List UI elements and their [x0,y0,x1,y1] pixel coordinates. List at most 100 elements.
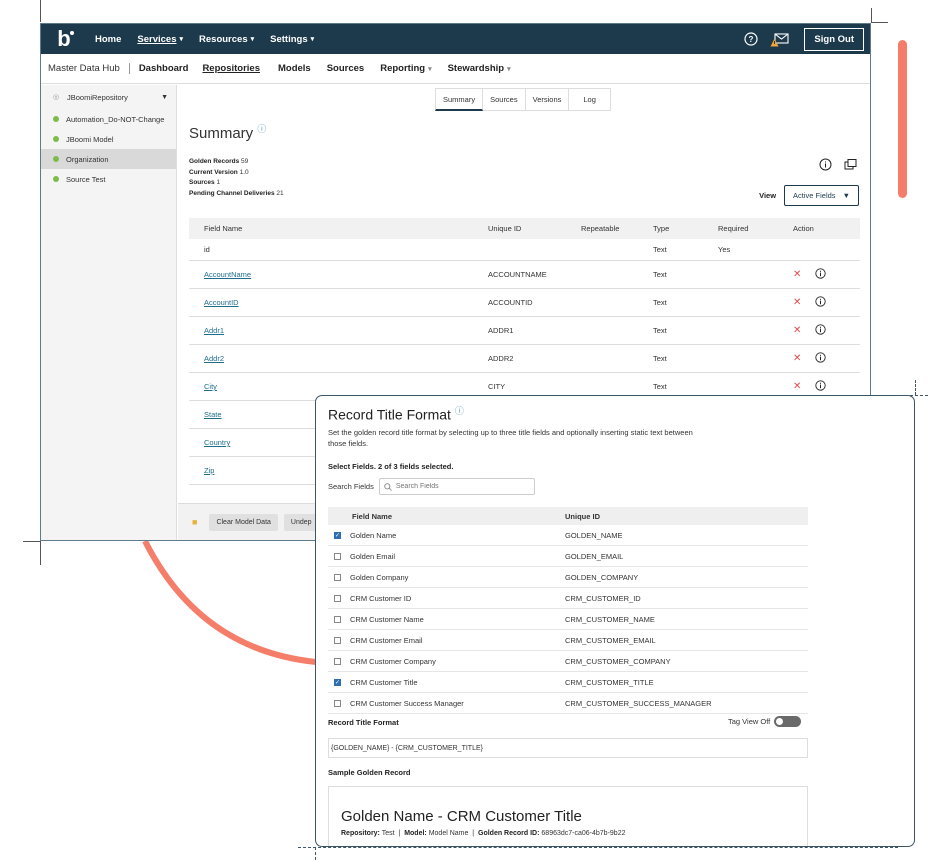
meta-label: Model: [404,830,427,837]
table-row: AccountID ACCOUNTID Text ✕ [189,289,860,317]
nav-settings[interactable]: Settings ▾ [270,34,314,45]
field-name[interactable]: AccountName [204,270,251,279]
repository-selector[interactable]: ◎ JBoomiRepository ▼ [41,85,176,109]
info-icon[interactable] [819,158,832,176]
table-row: id Text Yes [189,239,860,261]
subnav-models[interactable]: Models [278,63,311,74]
nav-label: Resources [199,33,248,45]
list-item[interactable]: Golden Email GOLDEN_EMAIL [328,546,808,567]
tag-view-toggle[interactable] [774,716,802,727]
sidebar-item-organization[interactable]: Organization [41,149,176,169]
list-item[interactable]: Golden Company GOLDEN_COMPANY [328,567,808,588]
field-type: Text [653,354,667,363]
sidebar-item-source-test[interactable]: Source Test [41,169,176,189]
field-checkbox[interactable] [334,552,341,560]
field-name: CRM Customer ID [350,593,412,603]
subnav-dashboard[interactable]: Dashboard [139,63,189,74]
status-dot [53,156,59,162]
field-checkbox[interactable] [334,573,341,581]
guide-dashed [915,380,916,395]
tab-versions[interactable]: Versions [525,88,570,111]
field-type: Text [653,270,667,279]
field-checkbox[interactable] [334,657,341,665]
caret-down-icon: ▾ [310,36,315,43]
field-actions: ✕ [793,380,860,393]
view-dropdown[interactable]: Active Fields ▼ [784,185,859,206]
nav-resources[interactable]: Resources ▾ [199,34,254,45]
copy-icon[interactable] [844,158,857,176]
info-icon[interactable] [815,352,827,365]
tab-log[interactable]: Log [569,88,611,111]
field-uid: GOLDEN_EMAIL [565,551,624,561]
list-item[interactable]: CRM Customer Name CRM_CUSTOMER_NAME [328,609,808,630]
stat-value: 1.0 [239,168,249,176]
clear-model-data-button[interactable]: Clear Model Data [209,513,278,531]
sign-out-button[interactable]: Sign Out [804,27,864,51]
list-item[interactable]: CRM Customer ID CRM_CUSTOMER_ID [328,588,808,609]
tab-summary[interactable]: Summary [435,88,484,111]
sidebar-item-label: JBoomi Model [66,134,114,144]
caret-down-icon: ▾ [250,36,255,43]
subnav-sources[interactable]: Sources [327,63,365,74]
stat-label: Current Version [189,168,238,176]
notifications-icon[interactable] [770,32,790,47]
sidebar-item-automation[interactable]: Automation_Do-NOT-Change [41,109,176,129]
info-icon[interactable] [815,380,827,393]
format-field[interactable]: {GOLDEN_NAME} - {CRM_CUSTOMER_TITLE} [328,738,808,758]
column-header: Unique ID [488,224,522,233]
svg-text:?: ? [749,35,754,44]
field-checkbox[interactable]: ✓ [334,531,341,539]
delete-icon[interactable]: ✕ [793,325,801,336]
delete-icon[interactable]: ✕ [793,269,801,280]
info-icon[interactable]: ⓘ [455,406,464,416]
field-uid: ADDR2 [488,354,514,363]
field-checkbox[interactable] [334,636,341,644]
delete-icon[interactable]: ✕ [793,297,801,308]
tab-sources[interactable]: Sources [483,88,526,111]
subnav-reporting[interactable]: Reporting ▾ [380,63,431,74]
field-name[interactable]: Zip [204,466,214,475]
list-item[interactable]: CRM Customer Success Manager CRM_CUSTOMER… [328,693,808,714]
delete-icon[interactable]: ✕ [793,381,801,392]
subnav-repositories[interactable]: Repositories [202,63,260,74]
field-actions: ✕ [793,296,860,309]
search-fields-input[interactable] [395,483,526,490]
info-icon[interactable] [815,268,827,281]
nav-home[interactable]: Home [95,34,121,45]
list-item[interactable]: ✓ CRM Customer Title CRM_CUSTOMER_TITLE [328,672,808,693]
info-icon[interactable]: ⓘ [257,124,266,134]
page-title-text: Summary [189,125,254,142]
field-name[interactable]: City [204,382,217,391]
list-item[interactable]: CRM Customer Email CRM_CUSTOMER_EMAIL [328,630,808,651]
subnav-stewardship[interactable]: Stewardship ▾ [448,63,511,74]
status-dot [53,136,59,142]
column-header: Unique ID [565,511,600,521]
list-item[interactable]: CRM Customer Company CRM_CUSTOMER_COMPANY [328,651,808,672]
sample-record-card: Golden Name - CRM Customer Title Reposit… [328,786,808,846]
boomi-logo[interactable]: b [49,24,79,54]
summary-stats: Golden Records 59 Current Version 1.0 So… [189,157,284,199]
info-icon[interactable] [815,296,827,309]
help-icon[interactable]: ? [744,32,759,46]
undeploy-button[interactable]: Undep [283,513,319,531]
field-name[interactable]: State [204,410,222,419]
field-name[interactable]: Addr2 [204,354,224,363]
field-uid: GOLDEN_NAME [565,530,623,540]
field-checkbox[interactable] [334,615,341,623]
subnav-label: Repositories [202,63,260,74]
sidebar-item-jboomi-model[interactable]: JBoomi Model [41,129,176,149]
field-name[interactable]: Country [204,438,230,447]
info-icon[interactable] [815,324,827,337]
sidebar-item-label: Automation_Do-NOT-Change [66,114,165,124]
list-item[interactable]: ✓ Golden Name GOLDEN_NAME [328,525,808,546]
field-checkbox[interactable] [334,699,341,707]
delete-icon[interactable]: ✕ [793,353,801,364]
sidebar-item-label: Source Test [66,174,106,184]
column-header: Repeatable [581,224,620,233]
field-name[interactable]: Addr1 [204,326,224,335]
field-checkbox[interactable] [334,594,341,602]
field-uid: CRM_CUSTOMER_COMPANY [565,656,671,666]
field-checkbox[interactable]: ✓ [334,678,341,686]
field-name[interactable]: AccountID [204,298,239,307]
nav-services[interactable]: Services ▾ [137,34,183,45]
